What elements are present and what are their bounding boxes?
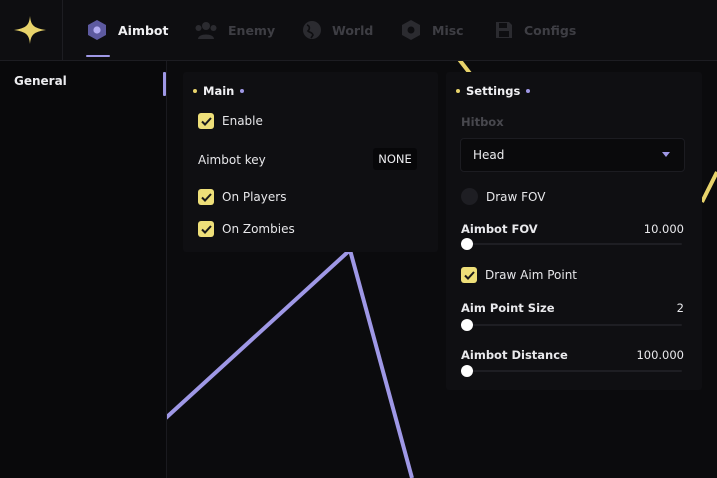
header-dot-purple (526, 89, 531, 93)
bg-line-yellow-right (700, 171, 717, 203)
draw-fov-checkbox[interactable] (461, 188, 478, 205)
draw-aim-point-checkbox[interactable] (461, 267, 477, 283)
logo-divider (62, 0, 63, 60)
on-players-label: On Players (222, 190, 287, 204)
header-dot-yellow (193, 89, 197, 93)
enable-toggle[interactable]: Enable (198, 113, 263, 129)
checkmark-icon (200, 224, 212, 234)
aimbot-fov-slider-thumb[interactable] (461, 238, 473, 250)
tab-enemy[interactable]: Enemy (194, 0, 275, 60)
hitbox-value: Head (473, 148, 505, 162)
draw-aim-point-toggle[interactable]: Draw Aim Point (461, 267, 577, 283)
tab-misc[interactable]: Misc (400, 0, 464, 60)
hexagon-icon (86, 19, 108, 41)
aimbot-key-label: Aimbot key (198, 153, 266, 167)
top-navigation-bar: Aimbot Enemy World Misc Configs (0, 0, 717, 61)
header-dot-yellow (456, 89, 460, 93)
aimbot-fov-value: 10.000 (643, 222, 684, 236)
aim-point-size-slider-thumb[interactable] (461, 319, 473, 331)
settings-panel: Settings Hitbox Head Draw FOV Aimbot FOV… (446, 72, 702, 390)
on-players-toggle[interactable]: On Players (198, 189, 286, 205)
users-icon (194, 20, 218, 40)
draw-fov-toggle[interactable]: Draw FOV (461, 188, 546, 205)
bg-line-right (348, 249, 414, 478)
aimbot-key-button[interactable]: NONE (373, 148, 417, 170)
enable-label: Enable (222, 114, 263, 128)
active-tab-underline (86, 55, 110, 57)
on-zombies-label: On Zombies (222, 222, 295, 236)
checkmark-icon (200, 192, 212, 202)
tab-misc-label: Misc (432, 22, 464, 38)
settings-panel-header: Settings (456, 84, 531, 98)
sidebar-item-general[interactable]: General (14, 74, 67, 88)
aimbot-fov-label: Aimbot FOV (461, 222, 538, 236)
aim-point-size-value: 2 (676, 301, 684, 315)
settings-panel-title: Settings (466, 84, 521, 98)
checkmark-icon (463, 270, 475, 280)
tab-aimbot[interactable]: Aimbot (86, 0, 169, 60)
caret-down-icon (662, 152, 670, 157)
save-icon (494, 20, 514, 40)
on-players-checkbox[interactable] (198, 189, 214, 205)
aimbot-distance-slider[interactable] (461, 365, 682, 377)
aim-point-size-label: Aim Point Size (461, 301, 555, 315)
header-dot-purple (240, 89, 245, 93)
draw-aim-point-label: Draw Aim Point (485, 268, 577, 282)
aimbot-distance-slider-thumb[interactable] (461, 365, 473, 377)
sidebar: General (0, 60, 167, 478)
tab-world[interactable]: World (302, 0, 373, 60)
hitbox-label: Hitbox (461, 115, 504, 129)
enable-checkbox[interactable] (198, 113, 214, 129)
tab-enemy-label: Enemy (228, 22, 276, 38)
sidebar-active-indicator (163, 72, 166, 96)
tab-configs-label: Configs (524, 22, 577, 38)
main-panel-title: Main (203, 84, 235, 98)
aimbot-fov-slider[interactable] (461, 238, 682, 250)
aimbot-distance-label: Aimbot Distance (461, 348, 568, 362)
sparkle-star-icon (14, 16, 46, 44)
tab-world-label: World (332, 22, 374, 38)
checkmark-icon (200, 116, 212, 126)
aim-point-size-slider[interactable] (461, 319, 682, 331)
gear-icon (400, 19, 422, 41)
aimbot-distance-value: 100.000 (636, 348, 684, 362)
on-zombies-toggle[interactable]: On Zombies (198, 221, 295, 237)
tab-aimbot-label: Aimbot (118, 22, 169, 38)
main-panel-header: Main (193, 84, 245, 98)
draw-fov-label: Draw FOV (486, 189, 546, 204)
globe-icon (302, 20, 322, 40)
tab-configs[interactable]: Configs (494, 0, 576, 60)
hitbox-dropdown[interactable]: Head (460, 138, 685, 172)
main-panel: Main Enable Aimbot key NONE On Players O… (183, 72, 438, 252)
on-zombies-checkbox[interactable] (198, 221, 214, 237)
